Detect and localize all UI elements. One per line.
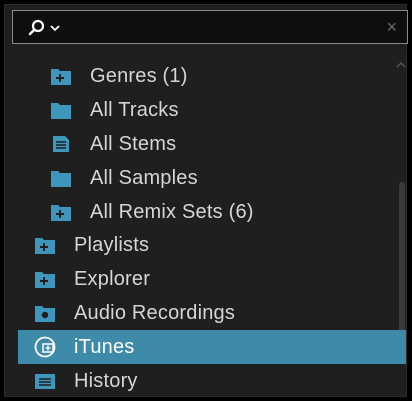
folder-add-icon: [34, 268, 56, 290]
folder-add-icon: [50, 65, 72, 87]
tree-item-label: All Samples: [90, 166, 198, 189]
tree-item-itunes[interactable]: iTunes: [18, 330, 406, 364]
tree-item-audio-recordings[interactable]: Audio Recordings: [0, 296, 412, 330]
clear-search-button[interactable]: ×: [386, 16, 397, 38]
tree-item-label: History: [74, 369, 138, 392]
folder-add-icon: [50, 201, 72, 223]
tree-item-label: Explorer: [74, 267, 151, 290]
tree-item-all-tracks[interactable]: All Tracks: [0, 93, 412, 127]
tree-item-all-stems[interactable]: All Stems: [0, 127, 412, 161]
tree-item-label: Genres (1): [90, 64, 188, 87]
chevron-down-icon[interactable]: [49, 22, 61, 34]
tree-item-genres[interactable]: Genres (1): [0, 59, 412, 93]
tree-item-all-remix-sets[interactable]: All Remix Sets (6): [0, 195, 412, 229]
tree-item-explorer[interactable]: Explorer: [0, 262, 412, 296]
tree-item-all-samples[interactable]: All Samples: [0, 161, 412, 195]
tree-item-label: Audio Recordings: [74, 301, 236, 324]
tree-item-label: All Tracks: [90, 98, 179, 121]
tree-item-history[interactable]: History: [0, 364, 412, 398]
search-icon[interactable]: [28, 19, 46, 37]
tree-item-label: iTunes: [74, 335, 135, 358]
folder-icon: [50, 167, 72, 189]
folder-icon: [50, 99, 72, 121]
stems-icon: [50, 133, 72, 155]
tree-item-label: All Remix Sets (6): [90, 200, 254, 223]
folder-add-icon: [34, 234, 56, 256]
tree-item-label: All Stems: [90, 132, 177, 155]
history-icon: [34, 370, 56, 392]
itunes-icon: [34, 336, 56, 358]
search-field[interactable]: ×: [12, 10, 408, 44]
tree-item-label: Playlists: [74, 233, 150, 256]
tree-item-playlists[interactable]: Playlists: [0, 228, 412, 262]
record-folder-icon: [34, 302, 56, 324]
